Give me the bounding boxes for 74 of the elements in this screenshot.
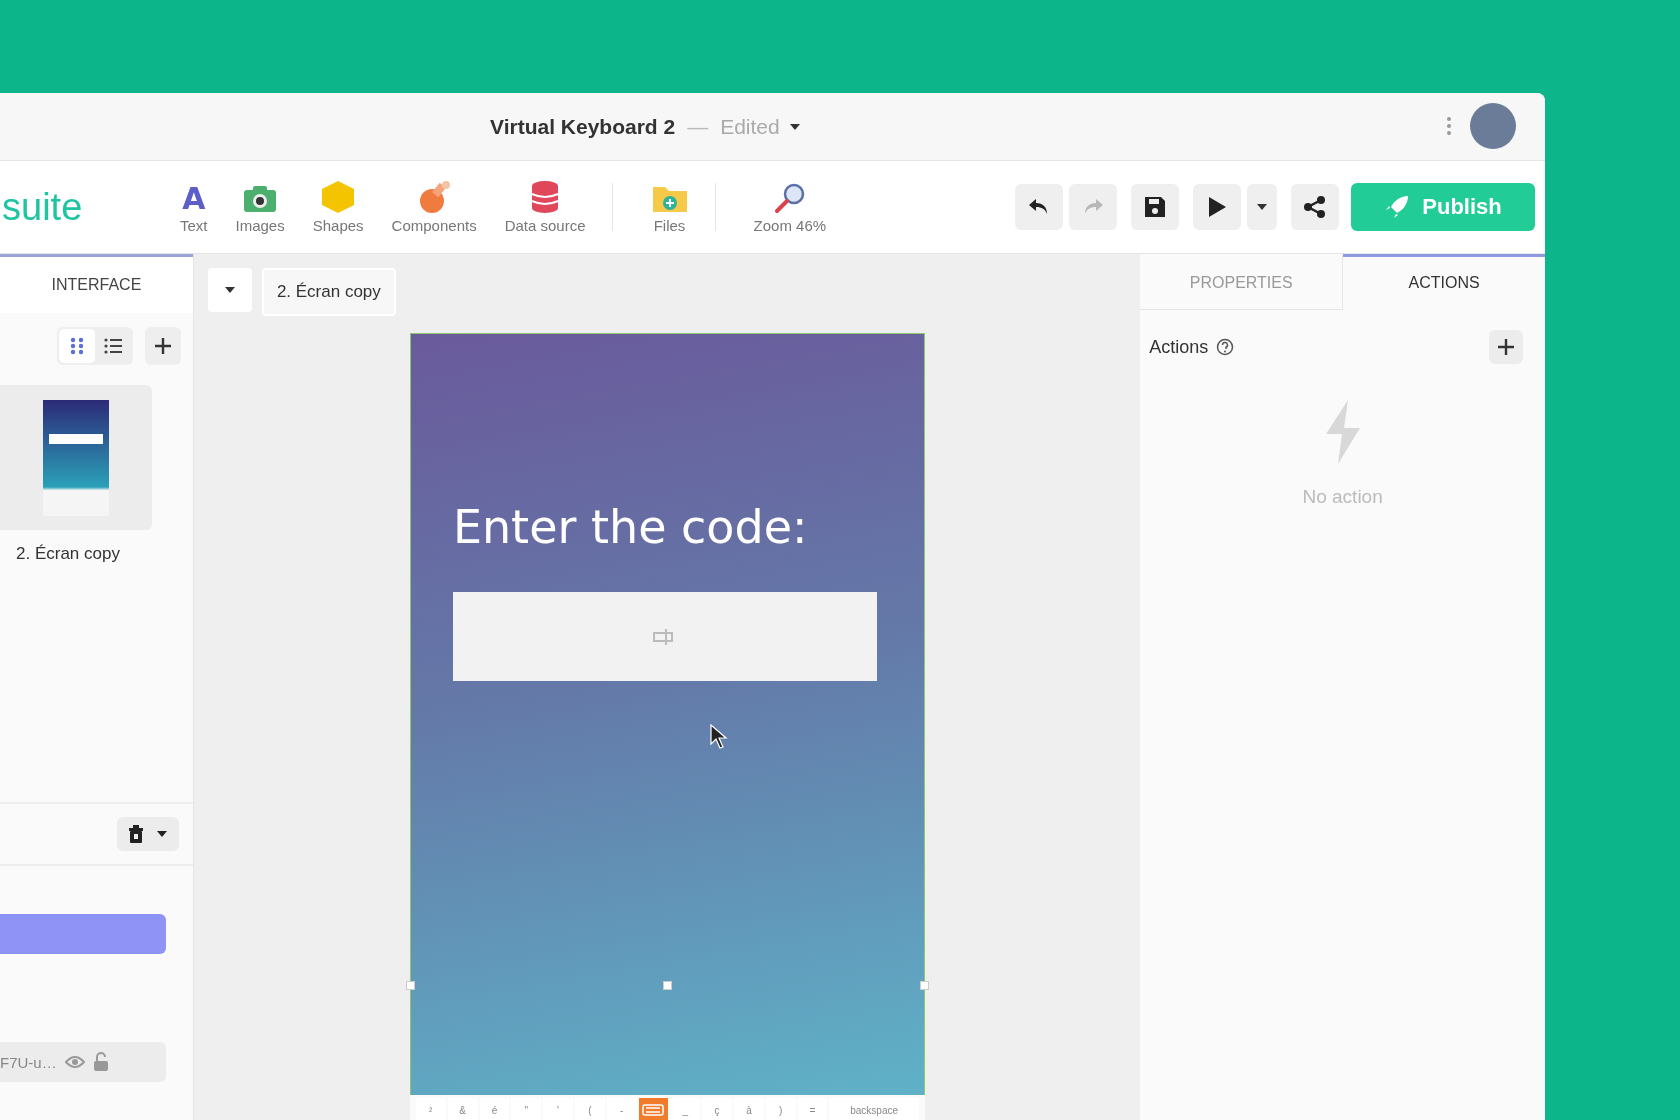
- zoom-tool-button[interactable]: Zoom 46%: [745, 180, 835, 234]
- keyboard-key[interactable]: (: [574, 1098, 605, 1120]
- keyboard-icon: [642, 1104, 665, 1116]
- screen-tab[interactable]: 2. Écran copy: [261, 268, 396, 316]
- save-icon: [1144, 196, 1166, 218]
- keyboard-key[interactable]: -: [606, 1098, 637, 1120]
- lightning-icon: [1323, 400, 1362, 464]
- delete-menu-button[interactable]: [116, 817, 179, 851]
- add-action-button[interactable]: [1489, 330, 1523, 364]
- screen-heading: Enter the code:: [452, 500, 808, 554]
- shapes-tool-button[interactable]: Shapes: [304, 180, 372, 234]
- hexagon-icon: [320, 180, 357, 214]
- caret-icon: [224, 287, 235, 293]
- trash-icon: [128, 825, 143, 843]
- keyboard-key[interactable]: =: [797, 1098, 828, 1120]
- keyboard-key[interactable]: à: [734, 1098, 764, 1120]
- share-button[interactable]: [1291, 184, 1339, 230]
- play-options-button[interactable]: [1247, 184, 1277, 230]
- backspace-key[interactable]: backspace: [829, 1098, 919, 1120]
- eye-icon[interactable]: [64, 1055, 85, 1069]
- lock-icon[interactable]: [92, 1052, 109, 1072]
- keyboard-key[interactable]: ç: [702, 1098, 732, 1120]
- keyboard-key[interactable]: ): [765, 1098, 796, 1120]
- more-options-icon[interactable]: [1446, 116, 1452, 136]
- caret-icon: [156, 831, 167, 837]
- plus-icon: [1497, 338, 1515, 356]
- app-logo: suite: [1, 185, 84, 229]
- resize-handle[interactable]: [405, 981, 415, 990]
- keyboard-key[interactable]: ²: [415, 1098, 446, 1120]
- resize-handle[interactable]: [919, 981, 929, 990]
- share-icon: [1303, 195, 1327, 219]
- images-tool-button[interactable]: Images: [227, 180, 293, 234]
- caret-icon: [789, 123, 800, 130]
- interface-tab[interactable]: INTERFACE: [0, 254, 193, 313]
- edited-status-dropdown[interactable]: Edited: [720, 114, 800, 139]
- save-button[interactable]: [1131, 184, 1179, 230]
- grid-icon: [69, 337, 84, 355]
- grid-view-button[interactable]: [58, 329, 95, 363]
- empty-message: No action: [1302, 486, 1383, 508]
- title-separator: —: [687, 114, 709, 139]
- add-screen-button[interactable]: [144, 327, 181, 365]
- caret-icon: [1257, 204, 1267, 210]
- help-icon[interactable]: [1216, 338, 1235, 356]
- layer-row[interactable]: F7U-u…: [0, 1042, 166, 1082]
- keyboard-key[interactable]: ': [543, 1098, 573, 1120]
- letter-icon: A: [182, 184, 206, 214]
- play-icon: [1207, 196, 1227, 218]
- resize-handle[interactable]: [662, 981, 672, 990]
- keyboard-key[interactable]: &: [447, 1098, 478, 1120]
- list-icon: [103, 338, 122, 354]
- document-title: Virtual Keyboard 2: [490, 114, 676, 139]
- camera-icon: [242, 184, 279, 214]
- datasource-tool-button[interactable]: Data source: [496, 180, 594, 234]
- layer-name: F7U-u…: [0, 1053, 57, 1071]
- keyboard-key[interactable]: _: [670, 1098, 701, 1120]
- plus-icon: [153, 337, 172, 355]
- play-button[interactable]: [1193, 184, 1241, 230]
- keyboard-key[interactable]: é: [479, 1098, 510, 1120]
- database-icon: [530, 180, 561, 214]
- undo-button[interactable]: [1015, 184, 1063, 230]
- rocket-icon: [1384, 194, 1411, 220]
- files-tool-button[interactable]: Files: [642, 180, 697, 234]
- mouse-pointer-icon: [709, 724, 728, 750]
- screen-thumbnail[interactable]: [0, 385, 152, 530]
- publish-button[interactable]: Publish: [1351, 183, 1535, 231]
- code-input-field[interactable]: [452, 592, 877, 681]
- components-tool-button[interactable]: Components: [383, 180, 485, 234]
- text-tool-button[interactable]: A Text: [172, 180, 216, 234]
- keyboard-key[interactable]: ": [511, 1098, 542, 1120]
- user-avatar[interactable]: [1470, 103, 1516, 149]
- magnifier-icon: [772, 182, 807, 214]
- actions-heading: Actions: [1149, 336, 1209, 358]
- keyboard-switch-key[interactable]: [638, 1098, 669, 1120]
- screen-name: 2. Écran copy: [16, 544, 121, 564]
